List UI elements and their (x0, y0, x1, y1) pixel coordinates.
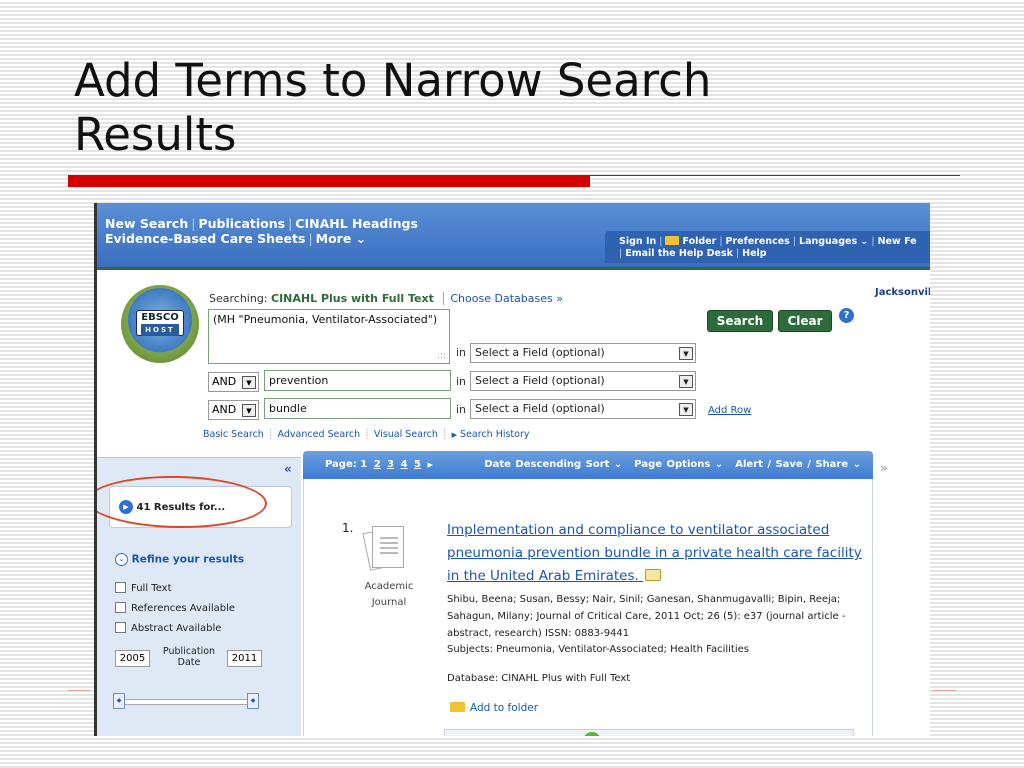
result-number: 1. (342, 521, 354, 535)
clear-button[interactable]: Clear (778, 310, 832, 332)
footer-line-right (932, 690, 956, 691)
main-nav: New Search | Publications | CINAHL Headings … (105, 216, 418, 246)
help-icon[interactable]: ? (839, 308, 854, 323)
dropdown-arrow-icon: ▼ (242, 404, 256, 417)
checkbox-icon (115, 602, 126, 613)
field-select-1[interactable]: Select a Field (optional) ▼ (470, 343, 696, 363)
preview-magnifier-icon[interactable] (645, 569, 662, 581)
sort-dropdown[interactable]: Date Descending Sort ⌄ (484, 459, 622, 470)
checkbox-abstract-available[interactable]: Abstract Available (115, 622, 221, 634)
dropdown-arrow-icon: ▼ (242, 376, 256, 389)
institution-name: Jacksonvill (875, 287, 930, 298)
folder-icon (665, 236, 680, 245)
database-name: CINAHL Plus with Full Text (271, 292, 434, 305)
advanced-search-link[interactable]: Advanced Search (278, 429, 361, 440)
choose-databases-link[interactable]: Choose Databases » (443, 292, 563, 305)
link-help[interactable]: Help (742, 248, 766, 259)
top-navigation-bar: New Search | Publications | CINAHL Headings … (97, 203, 930, 267)
visual-search-link[interactable]: Visual Search (374, 429, 438, 440)
add-to-folder-link[interactable]: Add to folder (450, 702, 538, 714)
title-underline-bar (68, 175, 590, 187)
nav-evidence-based-care-sheets[interactable]: Evidence-Based Care Sheets (105, 231, 305, 246)
link-sign-in[interactable]: Sign In (619, 236, 656, 247)
link-new-features[interactable]: New Fe (878, 236, 917, 247)
result-citation: Shibu, Beena; Susan, Bessy; Nair, Sinil;… (447, 594, 846, 639)
checkbox-full-text[interactable]: Full Text (115, 582, 172, 594)
results-list: 1. Academic Journal Implementation and co… (303, 479, 873, 736)
ebsco-screenshot: New Search | Publications | CINAHL Headings … (94, 203, 930, 736)
page-2[interactable]: 2 (374, 459, 381, 470)
page-3[interactable]: 3 (387, 459, 394, 470)
link-email-help-desk[interactable]: Email the Help Desk (625, 248, 733, 259)
collapse-right-icon[interactable]: » (880, 461, 888, 475)
checkbox-icon (115, 582, 126, 593)
full-text-icon[interactable] (583, 732, 601, 736)
publication-date-label: Publication Date (162, 646, 216, 668)
slide-title: Add Terms to Narrow Search Results (74, 54, 712, 161)
footer-line-left (68, 690, 90, 691)
search-term-2[interactable]: prevention (264, 370, 451, 391)
field-select-3[interactable]: Select a Field (optional) ▼ (470, 399, 696, 419)
logo-subtext: HOST (141, 324, 179, 336)
boolean-select-3[interactable]: AND ▼ (208, 400, 259, 420)
slider-handle-right[interactable]: ◆ (247, 693, 259, 709)
link-folder[interactable]: Folder (682, 236, 716, 247)
dropdown-arrow-icon: ▼ (679, 403, 693, 416)
resize-grip-icon[interactable]: .:: (437, 351, 446, 361)
basic-search-link[interactable]: Basic Search (203, 429, 264, 440)
search-history-link[interactable]: Search History (460, 429, 529, 440)
collapse-left-icon[interactable]: « (284, 462, 292, 476)
refine-results-heading[interactable]: ⌄ Refine your results (115, 553, 244, 566)
search-term-3[interactable]: bundle (264, 398, 451, 419)
title-underline-thin (590, 175, 960, 176)
dropdown-arrow-icon: ▼ (679, 347, 693, 360)
search-term-1[interactable]: (MH "Pneumonia, Ventilator-Associated") … (208, 309, 450, 364)
pagination: Page: 1 2 3 4 5 ▶ (325, 459, 433, 470)
date-slider-track[interactable] (117, 699, 257, 705)
year-from-input[interactable]: 2005 (115, 650, 150, 667)
in-label: in (456, 403, 467, 416)
result-title-link[interactable]: Implementation and compliance to ventila… (447, 519, 865, 588)
alert-save-share-dropdown[interactable]: Alert / Save / Share ⌄ (735, 459, 861, 470)
play-icon: ▶ (451, 431, 458, 439)
checkbox-icon (115, 622, 126, 633)
slider-handle-left[interactable]: ◆ (113, 693, 125, 709)
utility-links: Sign In | Folder | Preferences | Languages ⌄ | N… (605, 231, 930, 263)
in-label: in (456, 375, 467, 388)
link-languages[interactable]: Languages ⌄ (799, 236, 868, 247)
results-toolbar: Page: 1 2 3 4 5 ▶ Date Descending Sort ⌄… (303, 451, 873, 479)
nav-cinahl-headings[interactable]: CINAHL Headings (295, 216, 418, 231)
year-to-input[interactable]: 2011 (227, 650, 262, 667)
searching-line: Searching: CINAHL Plus with Full Text Ch… (209, 292, 563, 305)
folder-icon (450, 702, 465, 712)
checkbox-references-available[interactable]: References Available (115, 602, 235, 614)
search-button[interactable]: Search (707, 310, 773, 332)
link-preferences[interactable]: Preferences (726, 236, 790, 247)
add-row-link[interactable]: Add Row (708, 405, 751, 416)
journal-document-icon (362, 524, 408, 572)
page-5[interactable]: 5 (414, 459, 421, 470)
result-database: Database: CINAHL Plus with Full Text (447, 673, 631, 684)
page-1[interactable]: 1 (360, 459, 367, 470)
ebsco-host-logo[interactable]: EBSCO HOST (121, 285, 199, 363)
chevron-down-icon: ⌄ (115, 553, 128, 566)
boolean-select-2[interactable]: AND ▼ (208, 372, 259, 392)
nav-publications[interactable]: Publications (198, 216, 285, 231)
refine-sidebar: « ▶ 41 Results for... ⌄ Refine your resu… (97, 457, 301, 736)
search-mode-links: Basic Search ┊ Advanced Search ┊ Visual Sear… (203, 429, 530, 440)
result-subjects: Subjects: Pneumonia, Ventilator-Associat… (447, 644, 749, 655)
field-select-2[interactable]: Select a Field (optional) ▼ (470, 371, 696, 391)
in-label: in (456, 346, 467, 359)
searching-label: Searching: (209, 292, 268, 305)
publication-type: Academic Journal (364, 581, 414, 608)
next-page-icon[interactable]: ▶ (428, 461, 433, 469)
page-options-dropdown[interactable]: Page Options ⌄ (634, 459, 723, 470)
nav-more[interactable]: More ⌄ (316, 231, 367, 246)
full-text-links-bar (444, 729, 854, 736)
logo-text: EBSCO (141, 312, 179, 323)
page-4[interactable]: 4 (401, 459, 408, 470)
dropdown-arrow-icon: ▼ (679, 375, 693, 388)
nav-new-search[interactable]: New Search (105, 216, 188, 231)
